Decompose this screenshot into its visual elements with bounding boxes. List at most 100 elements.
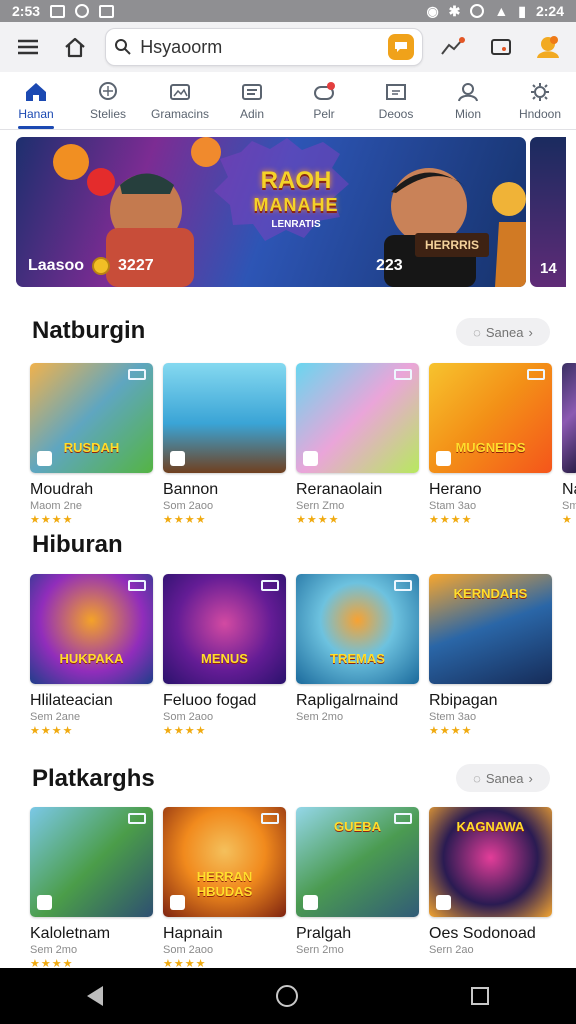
game-card[interactable]: MUGNEIDS Herano Stam 3ao ★★★★: [429, 363, 552, 533]
game-name: Rapligalrnaind: [296, 692, 399, 709]
tab-hndoon[interactable]: Hndoon: [504, 72, 576, 129]
coin-icon: [92, 257, 111, 275]
game-name: Bannon: [163, 481, 219, 498]
section-title-natburgin: Natburgin: [32, 317, 146, 344]
notification-icon: [50, 4, 66, 18]
game-subtitle: Sem 2ane: [30, 711, 81, 723]
multiplayer-badge-icon: [261, 813, 279, 824]
game-card[interactable]: HUKPAKA Hlilateacian Sem 2ane ★★★★: [30, 574, 153, 744]
search-input[interactable]: Hsyaoorm: [105, 28, 424, 66]
multiplayer-badge-icon: [128, 580, 146, 591]
game-name: Oes Sodonoad: [429, 925, 536, 942]
game-thumbnail: [30, 807, 153, 917]
chevron-right-icon: ›: [528, 770, 533, 786]
game-row-hiburan: HUKPAKA Hlilateacian Sem 2ane ★★★★ MENUS…: [30, 574, 552, 744]
home-icon: [26, 82, 46, 101]
tab-label: Pelr: [313, 106, 335, 121]
game-type-icon: [170, 451, 185, 466]
search-icon: [99, 81, 117, 100]
tab-stelies[interactable]: Stelies: [72, 72, 144, 129]
hero-label: Laasoo: [28, 257, 85, 274]
game-card[interactable]: KERNDAHS Rbipagan Stem 3ao ★★★★: [429, 574, 552, 744]
recent-apps-button[interactable]: [471, 987, 490, 1005]
tab-label: Hndoon: [518, 106, 562, 121]
multiplayer-badge-icon: [128, 369, 146, 380]
game-card[interactable]: KAGNAWA Oes Sodonoad Sern 2ao: [429, 807, 552, 977]
game-subtitle: Stem 3ao: [429, 711, 477, 723]
game-type-icon: [436, 451, 451, 466]
game-name: Kaloletnam: [30, 925, 111, 942]
game-thumbnail: RUSDAH: [30, 363, 153, 473]
more-button-natburgin[interactable]: ◌ Sanea ›: [456, 318, 550, 346]
game-name: Rbipagan: [429, 692, 498, 709]
game-card[interactable]: HERRAN HBUDAS Hapnain Som 2aoo ★★★★: [163, 807, 286, 977]
battery-icon: ▮: [518, 2, 526, 19]
home-button[interactable]: [275, 985, 298, 1007]
status-bar: 2:53 ◉ ✱ ▲ ▮ 2:24: [0, 0, 576, 22]
game-type-icon: [37, 451, 52, 466]
message-icon: [75, 4, 90, 18]
game-card[interactable]: MENUS Feluoo fogad Som 2aoo ★★★★: [163, 574, 286, 744]
refresh-icon: ◌: [473, 324, 481, 340]
menu-button[interactable]: [10, 29, 46, 65]
game-card[interactable]: TREMAS Rapligalrnaind Sem 2mo: [296, 574, 419, 744]
game-name: Na: [562, 481, 576, 498]
game-thumbnail: TREMAS: [296, 574, 419, 684]
game-card[interactable]: GUEBA Pralgah Sern 2mo: [296, 807, 419, 977]
home-button[interactable]: [58, 29, 94, 65]
tab-mion[interactable]: Mion: [432, 72, 504, 129]
game-subtitle: Sm: [562, 500, 576, 512]
game-card-partial[interactable]: Na Sm ★: [562, 363, 576, 533]
share-icon: [441, 37, 465, 55]
more-button-platkarghs[interactable]: ◌ Sanea ›: [456, 764, 550, 792]
game-card[interactable]: Reranaolain Sern Zmo ★★★★: [296, 363, 419, 533]
profile-button[interactable]: [530, 29, 566, 65]
game-name: Hapnain: [163, 925, 223, 942]
game-name: Moudrah: [30, 481, 94, 498]
screen-button[interactable]: [483, 29, 519, 65]
rating-stars: ★★★★: [30, 514, 74, 526]
hamburger-icon: [17, 39, 38, 55]
thumbnail-title: TREMAS: [330, 651, 385, 666]
location-icon: [470, 4, 485, 18]
game-thumbnail: GUEBA: [296, 807, 419, 917]
tab-adin[interactable]: Adin: [216, 72, 288, 129]
game-row-platkarghs: Kaloletnam Sem 2mo ★★★★ HERRAN HBUDAS Ha…: [30, 807, 552, 977]
tab-deoos[interactable]: Deoos: [360, 72, 432, 129]
featured-banner[interactable]: RAOH MANAHE LENRATIS HERRRIS Laasoo 3227…: [16, 137, 526, 287]
tab-label: Mion: [454, 106, 481, 121]
tab-pelr[interactable]: Pelr: [288, 72, 360, 129]
hero-title-bottom: LENRATIS: [271, 218, 321, 230]
bluetooth-icon: ✱: [448, 2, 461, 19]
rating-stars: ★★★★: [30, 725, 74, 737]
rating-stars: ★★★★: [429, 725, 473, 737]
game-type-icon: [436, 895, 451, 910]
game-card[interactable]: Kaloletnam Sem 2mo ★★★★: [30, 807, 153, 977]
game-thumbnail: [163, 363, 286, 473]
tab-hanan[interactable]: Hanan: [0, 72, 72, 129]
thumbnail-title: MUGNEIDS: [455, 440, 526, 455]
game-thumbnail: MUGNEIDS: [429, 363, 552, 473]
home-outline-icon: [65, 37, 86, 58]
back-button[interactable]: [86, 986, 103, 1006]
tab-gramacins[interactable]: Gramacins: [144, 72, 216, 129]
game-subtitle: Som 2aoo: [163, 500, 214, 512]
share-button[interactable]: [435, 29, 471, 65]
tab-label: Hanan: [18, 106, 54, 121]
game-subtitle: Sern Zmo: [296, 500, 345, 512]
game-card[interactable]: RUSDAH Moudrah Maom 2ne ★★★★: [30, 363, 153, 533]
scan-icon: [386, 83, 406, 100]
next-banner-preview[interactable]: 14: [530, 137, 576, 287]
section-title-platkarghs: Platkarghs: [32, 765, 155, 792]
game-type-icon: [303, 895, 318, 910]
game-type-icon: [303, 451, 318, 466]
chevron-right-icon: ›: [528, 324, 533, 340]
status-time-right: 2:24: [535, 3, 564, 19]
game-subtitle: Maom 2ne: [30, 500, 82, 512]
multiplayer-badge-icon: [394, 369, 412, 380]
hero-caption: Laasoo 3227: [28, 257, 154, 275]
game-card[interactable]: Bannon Som 2aoo ★★★★: [163, 363, 286, 533]
chat-badge-icon[interactable]: [388, 34, 415, 60]
game-thumbnail: KERNDAHS: [429, 574, 552, 684]
hero-title: RAOH MANAHE LENRATIS: [244, 155, 348, 241]
